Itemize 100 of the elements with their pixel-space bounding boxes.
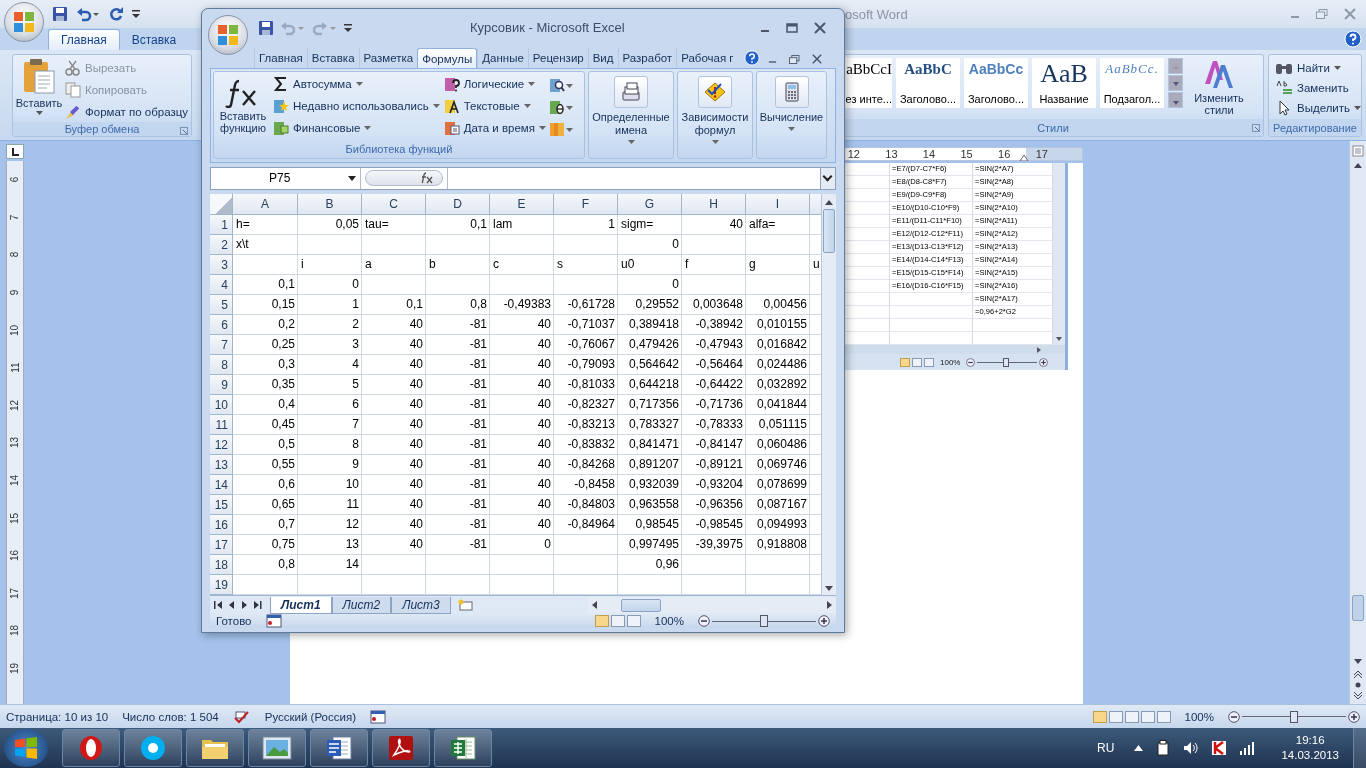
close-icon[interactable] [814, 21, 826, 34]
view-button[interactable] [1124, 710, 1139, 723]
indent-marker-icon[interactable] [1019, 154, 1029, 161]
taskbar-button[interactable] [186, 729, 244, 767]
volume-icon[interactable] [1183, 740, 1200, 756]
column-header[interactable]: B [298, 194, 362, 216]
insert-function-button[interactable]: Вставить функцию [216, 74, 270, 141]
sheet-tab[interactable]: Лист2 [331, 596, 392, 614]
word-count[interactable]: Число слов: 1 504 [122, 710, 219, 723]
language[interactable]: Русский (Россия) [264, 710, 356, 723]
scroll-down-icon[interactable] [1056, 337, 1062, 341]
slider-thumb[interactable] [1290, 710, 1298, 723]
ribbon-button[interactable]: Зависимости формул [678, 72, 752, 145]
view-button[interactable] [626, 615, 641, 627]
ribbon-button[interactable]: Вычисление [757, 72, 826, 132]
close-icon[interactable] [811, 54, 822, 65]
taskbar-button[interactable] [434, 729, 492, 767]
next-sheet-icon[interactable] [241, 601, 247, 610]
zoom-out-icon[interactable] [966, 357, 976, 367]
sheet-tab[interactable]: Лист3 [391, 596, 451, 614]
restore-icon[interactable] [788, 54, 800, 64]
browse-buttons-icon[interactable] [1353, 670, 1363, 700]
first-sheet-icon[interactable] [214, 601, 223, 610]
row-header[interactable]: 16 [210, 515, 233, 536]
ribbon-button[interactable]: Логические [443, 74, 546, 95]
scroll-down-icon[interactable] [825, 586, 833, 592]
row-header[interactable]: 12 [210, 435, 233, 456]
signal-icon[interactable] [1239, 741, 1256, 755]
ribbon-button[interactable]: Определенные имена [589, 72, 673, 145]
column-header[interactable]: E [490, 194, 554, 216]
maximize-icon[interactable] [786, 22, 798, 33]
column-header[interactable]: C [362, 194, 426, 216]
help-icon[interactable] [743, 50, 760, 67]
zoom-slider[interactable] [712, 615, 816, 627]
row-header[interactable]: 7 [210, 335, 233, 356]
tab-selector-button[interactable] [6, 144, 24, 159]
name-box[interactable]: P75 [211, 167, 361, 190]
ribbon-button[interactable]: Недавно использовались [273, 96, 440, 117]
start-button[interactable] [4, 729, 48, 767]
row-header[interactable]: 15 [210, 495, 233, 516]
column-header[interactable]: F [554, 194, 618, 216]
zoom-slider[interactable] [977, 357, 1038, 367]
scrollbar-thumb[interactable] [1352, 595, 1364, 621]
clock-time[interactable]: 19:16 [1295, 733, 1325, 748]
style-tile[interactable]: AaB Название [1032, 58, 1096, 108]
scroll-up-icon[interactable] [1354, 163, 1362, 168]
column-header[interactable]: I [746, 194, 810, 216]
slider-thumb[interactable] [1003, 357, 1010, 367]
save-icon[interactable] [258, 19, 274, 36]
ribbon-button[interactable]: Автосумма [273, 74, 440, 95]
style-tile[interactable]: aBbCcI ез инте... [843, 58, 892, 108]
style-tile[interactable]: AaBbCc. Подзагол... [1100, 58, 1164, 108]
taskbar-button[interactable] [372, 729, 430, 767]
row-header[interactable]: 6 [210, 315, 233, 336]
books-icon[interactable] [549, 121, 573, 138]
zoom-out-icon[interactable] [1228, 710, 1240, 723]
taskbar-button[interactable] [124, 729, 182, 767]
view-button[interactable] [1108, 710, 1123, 723]
sheet-tab[interactable]: Лист1 [270, 596, 332, 614]
customize-icon[interactable] [132, 9, 140, 19]
scroll-left-icon[interactable] [592, 601, 597, 610]
scrollbar[interactable] [821, 194, 836, 596]
macro-icon[interactable] [370, 709, 386, 724]
redo-icon[interactable] [108, 6, 124, 22]
dialog-launcher-icon[interactable] [1252, 124, 1260, 132]
row-header[interactable]: 13 [210, 455, 233, 476]
last-sheet-icon[interactable] [253, 601, 262, 610]
clock-date[interactable]: 14.03.2013 [1281, 748, 1339, 763]
scrollbar[interactable] [588, 597, 836, 614]
dialog-launcher-icon[interactable] [180, 127, 188, 135]
scrollbar[interactable] [845, 345, 1065, 354]
zoom-in-icon[interactable] [1039, 357, 1049, 367]
slider-thumb[interactable] [760, 615, 768, 627]
customize-icon[interactable] [344, 22, 352, 33]
row-header[interactable]: 17 [210, 535, 233, 556]
ribbon-button[interactable]: Формат по образцу [65, 102, 189, 122]
scroll-right-icon[interactable] [1037, 346, 1041, 353]
ribbon-button[interactable]: Текстовые [443, 96, 546, 117]
row-header[interactable]: 2 [210, 235, 233, 256]
scrollbar[interactable] [1349, 141, 1366, 704]
scroll-down-button[interactable] [1168, 75, 1183, 91]
spellcheck-icon[interactable] [232, 709, 251, 724]
row-header[interactable]: 5 [210, 295, 233, 316]
macro-icon[interactable] [265, 614, 282, 628]
view-button[interactable] [1140, 710, 1155, 723]
row-header[interactable]: 18 [210, 555, 233, 576]
column-header[interactable]: G [618, 194, 682, 216]
change-styles-button[interactable]: Изменить стили [1187, 58, 1251, 116]
ribbon-button[interactable]: Заменить [1275, 78, 1349, 98]
magnifier-book-icon[interactable] [549, 77, 573, 94]
ribbon-tab[interactable]: Главная [48, 29, 120, 50]
taskbar-button[interactable] [310, 729, 368, 767]
row-header[interactable]: 3 [210, 255, 233, 276]
language-indicator[interactable]: RU [1097, 741, 1115, 755]
view-button[interactable] [1156, 710, 1171, 723]
insert-function-button[interactable] [365, 170, 443, 187]
view-button[interactable] [610, 615, 625, 627]
row-header[interactable]: 10 [210, 395, 233, 416]
scroll-down-icon[interactable] [1354, 659, 1362, 664]
device-icon[interactable] [1155, 740, 1172, 756]
